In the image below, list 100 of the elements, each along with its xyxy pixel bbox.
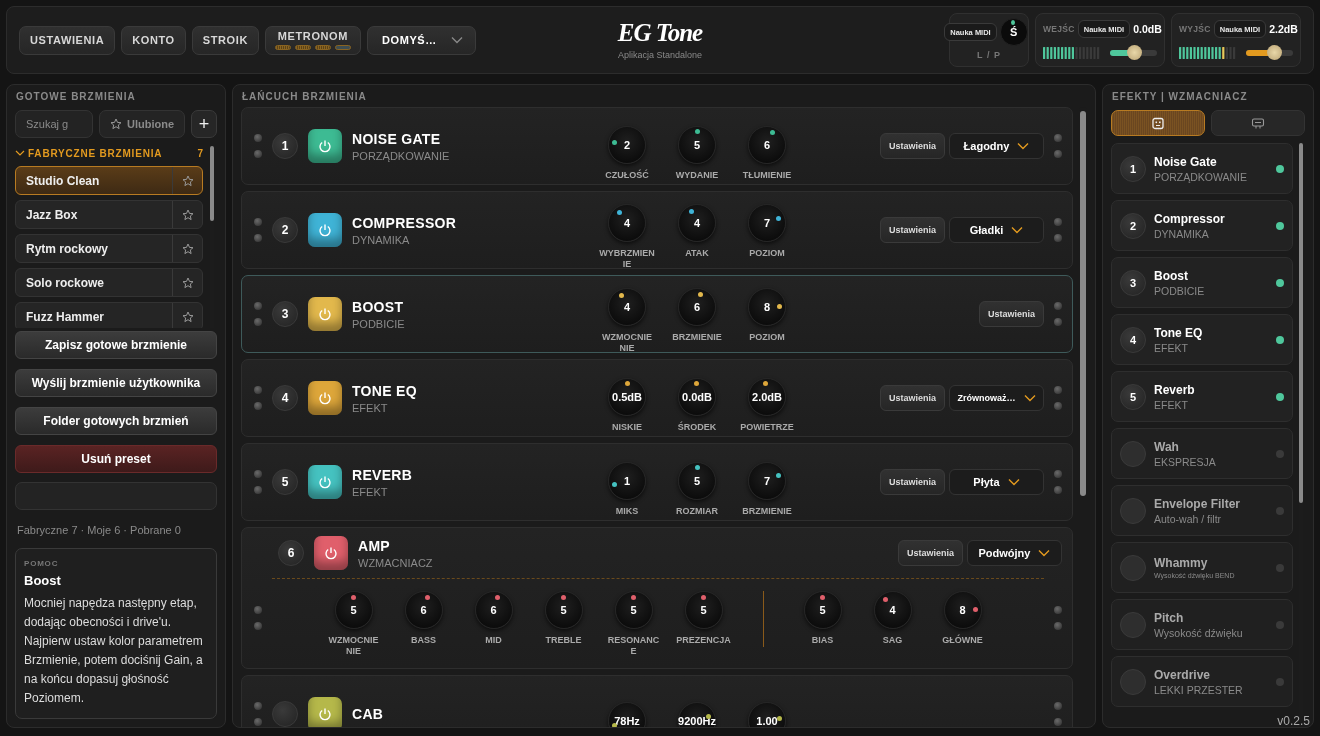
knob[interactable]: 8 <box>943 591 982 629</box>
knob[interactable]: 5 <box>334 591 373 629</box>
slider-thumb[interactable] <box>1267 45 1283 60</box>
settings-button[interactable]: Ustawienia <box>879 133 945 159</box>
power-button[interactable] <box>308 213 342 247</box>
knob[interactable]: 4 <box>608 288 646 326</box>
effect-list-item[interactable]: 4 Tone EQ EFEKT <box>1111 314 1293 365</box>
action-button[interactable]: Wyślij brzmienie użytkownika <box>15 369 217 397</box>
knob[interactable]: 6 <box>748 125 786 164</box>
effect-list-item[interactable]: 1 Noise Gate PORZĄDKOWANIE <box>1111 143 1293 194</box>
knob[interactable]: 7 <box>748 204 786 242</box>
star-icon[interactable] <box>181 310 194 323</box>
level-slider[interactable] <box>1110 45 1157 60</box>
effect-category: Wysokość dźwięku <box>1154 626 1244 639</box>
effect-card[interactable]: 1 NOISE GATE PORZĄDKOWANIE 2 CZUŁOŚĆ 5 WYDANIE 6 TŁUMIENIE Ustawienia Łagodny <box>241 107 1073 185</box>
text-field[interactable] <box>15 482 217 510</box>
knob[interactable]: 0.5dB <box>608 377 646 416</box>
action-button[interactable]: Zapisz gotowe brzmienie <box>15 331 217 359</box>
knob[interactable]: 5 <box>803 591 842 629</box>
star-icon[interactable] <box>181 242 194 255</box>
knob[interactable]: 78Hz <box>608 702 646 727</box>
settings-button[interactable]: Ustawienia <box>879 469 945 495</box>
knob[interactable]: 6 <box>678 288 716 326</box>
effect-list-item[interactable]: Pitch Wysokość dźwięku <box>1111 599 1293 650</box>
menu-button[interactable]: KONTO <box>121 25 186 55</box>
knob[interactable]: 1 <box>608 461 646 500</box>
power-button[interactable] <box>314 536 348 570</box>
knob[interactable]: 6 <box>474 591 513 629</box>
slider-thumb[interactable] <box>1126 45 1142 60</box>
effect-card[interactable]: CAB 78Hz 9200Hz 1.00 <box>241 675 1073 727</box>
version-label: v0.2.5 <box>1277 714 1310 728</box>
metronome-button[interactable]: METRONOM <box>264 25 361 55</box>
knob[interactable]: 7 <box>748 461 786 500</box>
panel-tab[interactable] <box>1111 110 1205 136</box>
delete-button[interactable]: Usuń preset <box>15 445 217 473</box>
effect-category: Auto-wah / filtr <box>1154 512 1223 525</box>
effect-list-item[interactable]: Envelope Filter Auto-wah / filtr <box>1111 485 1293 536</box>
effect-list-item[interactable]: 5 Reverb EFEKT <box>1111 371 1293 422</box>
mode-dropdown[interactable]: Łagodny <box>949 133 1044 159</box>
power-button[interactable] <box>308 465 342 499</box>
mode-dropdown[interactable]: Zrównoważ… <box>949 385 1044 411</box>
settings-button[interactable]: Ustawienia <box>879 385 945 411</box>
knob[interactable]: 9200Hz <box>678 702 716 727</box>
power-button[interactable] <box>308 381 342 415</box>
level-slider[interactable] <box>1246 45 1293 60</box>
knob[interactable]: 4 <box>678 204 716 242</box>
knob[interactable]: 4 <box>608 204 646 242</box>
power-icon <box>318 707 332 721</box>
menu-button[interactable]: STROIK <box>191 25 259 55</box>
knob[interactable]: 6 <box>404 591 443 629</box>
knob[interactable]: 0.0dB <box>678 377 716 416</box>
effect-list-item[interactable]: 2 Compressor DYNAMIKA <box>1111 200 1293 251</box>
balance-knob[interactable]: Ś <box>999 18 1028 46</box>
panel-tab[interactable] <box>1211 110 1305 136</box>
favorites-button[interactable]: Ulubione <box>99 110 186 138</box>
effect-card[interactable]: 6 AMP WZMACNIACZ Ustawienia Podwójny 5 WZMOCNIENIE 6 BASS 6 MID 5 TREBLE 5 RESONANCE 5 PREZENCJA 5 BIAS 4 SAG 8 GŁÓWNE <box>241 527 1073 669</box>
knob[interactable]: 5 <box>678 125 716 164</box>
settings-button[interactable]: Ustawienia <box>879 217 945 243</box>
settings-button[interactable]: Ustawienia <box>978 301 1044 327</box>
preset-item[interactable]: Studio Clean <box>15 166 203 195</box>
preset-item[interactable]: Solo rockowe <box>15 268 203 297</box>
knob[interactable]: 2 <box>608 125 646 164</box>
knob[interactable]: 1.00 <box>748 702 786 727</box>
star-icon[interactable] <box>181 208 194 221</box>
knob[interactable]: 8 <box>748 288 786 326</box>
knob[interactable]: 5 <box>684 591 723 629</box>
preset-item[interactable]: Jazz Box <box>15 200 203 229</box>
panel-title: ŁAŃCUCH BRZMIENIA <box>242 91 368 102</box>
mode-dropdown[interactable]: Podwójny <box>967 540 1062 566</box>
knob[interactable]: 5 <box>614 591 653 629</box>
effect-list-item[interactable]: 3 Boost PODBICIE <box>1111 257 1293 308</box>
mode-dropdown[interactable]: Gładki <box>949 217 1044 243</box>
search-field[interactable]: Szukaj g <box>15 110 93 138</box>
star-icon[interactable] <box>181 276 194 289</box>
power-button[interactable] <box>308 697 342 727</box>
power-button[interactable] <box>308 297 342 331</box>
effect-card[interactable]: 2 COMPRESSOR DYNAMIKA 4 WYBRZMIENIE 4 ATAK 7 POZIOM Ustawienia Gładki <box>241 191 1073 269</box>
knob-label: ROZMIAR <box>675 505 719 517</box>
knob[interactable]: 5 <box>544 591 583 629</box>
knob[interactable]: 2.0dB <box>748 377 786 416</box>
effect-card[interactable]: 4 TONE EQ EFEKT 0.5dB NISKIE 0.0dB ŚRODEK 2.0dB POWIETRZE Ustawienia Zrównoważ… <box>241 359 1073 437</box>
mode-dropdown[interactable]: Płyta <box>949 469 1044 495</box>
knob[interactable]: 4 <box>873 591 912 629</box>
effect-card[interactable]: 3 BOOST PODBICIE 4 WZMOCNIENIE 6 BRZMIENIE 8 POZIOM Ustawienia <box>241 275 1073 353</box>
add-button[interactable]: + <box>191 110 217 138</box>
effect-name: NOISE GATE <box>352 130 442 147</box>
knob[interactable]: 5 <box>678 461 716 500</box>
action-button[interactable]: Folder gotowych brzmień <box>15 407 217 435</box>
effect-list-item[interactable]: Overdrive LEKKI PRZESTER <box>1111 656 1293 707</box>
preset-dropdown[interactable]: DOMYŚ… <box>366 25 476 55</box>
power-button[interactable] <box>308 129 342 163</box>
effect-list-item[interactable]: Wah EKSPRESJA <box>1111 428 1293 479</box>
effect-card[interactable]: 5 REVERB EFEKT 1 MIKS 5 ROZMIAR 7 BRZMIENIE Ustawienia Płyta <box>241 443 1073 521</box>
settings-button[interactable]: Ustawienia <box>897 540 963 566</box>
slot-number: 1 <box>1120 155 1146 182</box>
group-label[interactable]: FABRYCZNE BRZMIENIA <box>28 147 163 159</box>
star-icon[interactable] <box>181 174 194 187</box>
menu-button[interactable]: USTAWIENIA <box>19 25 116 55</box>
preset-item[interactable]: Fuzz Hammer <box>15 302 203 328</box>
preset-item[interactable]: Rytm rockowy <box>15 234 203 263</box>
